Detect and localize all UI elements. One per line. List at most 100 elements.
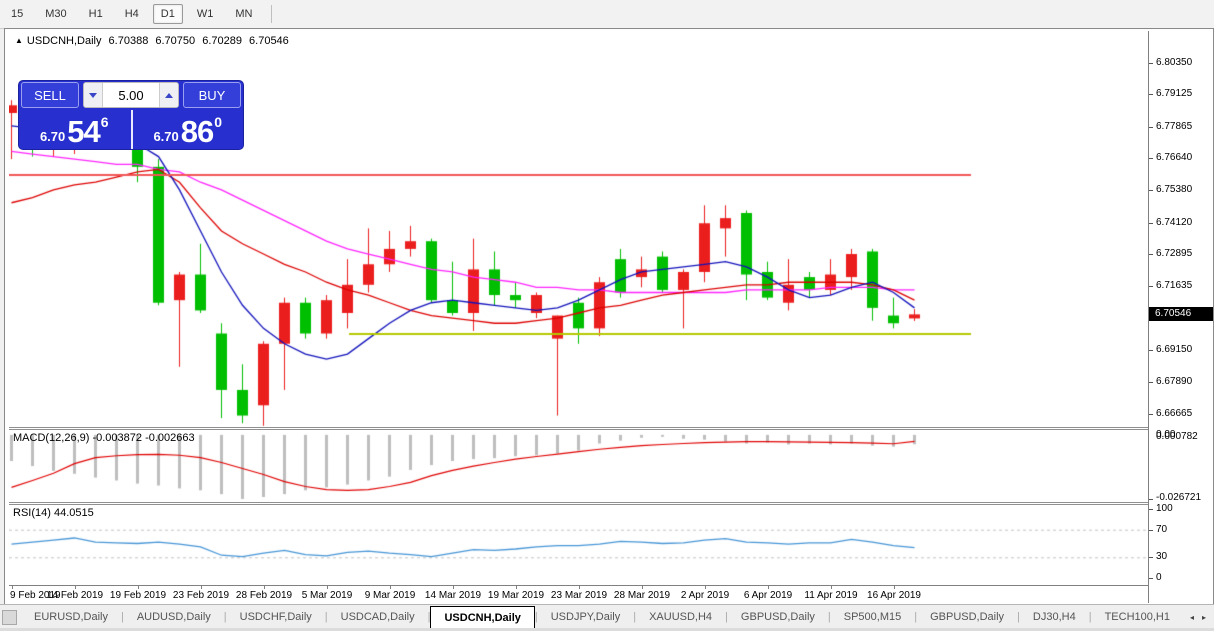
tab-USDCAD-Daily[interactable]: USDCAD,Daily bbox=[328, 605, 428, 629]
date-tick-mark bbox=[201, 586, 202, 589]
rsi-tick-label: 100 bbox=[1156, 503, 1173, 515]
rsi-tick-label: 0 bbox=[1156, 572, 1162, 584]
collapse-triangle-icon[interactable]: ▲ bbox=[15, 36, 23, 45]
ask-price-sup: 0 bbox=[214, 114, 222, 130]
price-tick-label: 6.74120 bbox=[1156, 217, 1192, 229]
tab-scroll-right-icon[interactable]: ▸ bbox=[1202, 613, 1206, 622]
bid-price-prefix: 6.70 bbox=[40, 128, 65, 146]
date-tick-label: 28 Feb 2019 bbox=[236, 590, 292, 602]
price-tick-label: 6.71635 bbox=[1156, 280, 1192, 292]
date-tick-label: 16 Apr 2019 bbox=[867, 590, 921, 602]
date-tick-label: 19 Feb 2019 bbox=[110, 590, 166, 602]
axis-tick-mark bbox=[1149, 578, 1153, 579]
ohlc-open: 6.70388 bbox=[109, 35, 149, 47]
date-tick-label: 11 Apr 2019 bbox=[804, 590, 857, 602]
axis-tick-mark bbox=[1149, 286, 1153, 287]
current-price-label: 6.70546 bbox=[1149, 307, 1213, 321]
volume-increase-button[interactable] bbox=[159, 83, 178, 107]
bid-price-sup: 6 bbox=[101, 114, 109, 130]
date-tick-mark bbox=[768, 586, 769, 589]
rsi-label: RSI(14) 44.0515 bbox=[13, 507, 94, 519]
date-tick-mark bbox=[390, 586, 391, 589]
tab-DJ30-H4[interactable]: DJ30,H4 bbox=[1020, 605, 1089, 629]
macd-label: MACD(12,26,9) -0.003872 -0.002663 bbox=[13, 432, 195, 444]
date-tick-label: 28 Mar 2019 bbox=[614, 590, 670, 602]
date-tick-mark bbox=[75, 586, 76, 589]
date-tick-mark bbox=[453, 586, 454, 589]
timeframe-button-H4[interactable]: H4 bbox=[117, 4, 147, 24]
rsi-tick-label: 30 bbox=[1156, 551, 1167, 563]
tab-TECH100-H1[interactable]: TECH100,H1 bbox=[1092, 605, 1183, 629]
tab-USDJPY-Daily[interactable]: USDJPY,Daily bbox=[538, 605, 634, 629]
chart-title: ▲USDCNH,Daily 6.70388 6.70750 6.70289 6.… bbox=[15, 35, 293, 47]
axis-tick-mark bbox=[1149, 63, 1153, 64]
tab-USDCNH-Daily[interactable]: USDCNH,Daily bbox=[430, 606, 534, 629]
ohlc-close: 6.70546 bbox=[249, 35, 289, 47]
axis-tick-mark bbox=[1149, 499, 1153, 500]
triangle-down-icon bbox=[89, 93, 97, 98]
axis-tick-mark bbox=[1149, 254, 1153, 255]
tab-GBPUSD-Daily[interactable]: GBPUSD,Daily bbox=[917, 605, 1017, 629]
rsi-indicator-pane[interactable]: RSI(14) 44.0515 bbox=[9, 505, 1148, 583]
tab-scroll-left-icon[interactable]: ◂ bbox=[1190, 613, 1194, 622]
timeframe-button-W1[interactable]: W1 bbox=[189, 4, 222, 24]
tab-USDCHF-Daily[interactable]: USDCHF,Daily bbox=[227, 605, 325, 629]
tab-AUDUSD-Daily[interactable]: AUDUSD,Daily bbox=[124, 605, 224, 629]
timeframe-button-H1[interactable]: H1 bbox=[81, 4, 111, 24]
tab-XAUUSD-H4[interactable]: XAUUSD,H4 bbox=[636, 605, 725, 629]
axis-tick-mark bbox=[1149, 127, 1153, 128]
sell-button[interactable]: SELL bbox=[21, 82, 79, 108]
macd-indicator-pane[interactable]: MACD(12,26,9) -0.003872 -0.002663 bbox=[9, 430, 1148, 502]
timeframe-button-M30[interactable]: M30 bbox=[37, 4, 74, 24]
buy-button[interactable]: BUY bbox=[183, 82, 241, 108]
date-tick-label: 23 Feb 2019 bbox=[173, 590, 229, 602]
axis-tick-mark bbox=[1149, 223, 1153, 224]
date-axis: 9 Feb 201914 Feb 201919 Feb 201923 Feb 2… bbox=[9, 585, 1148, 604]
price-axis: 6.70546 6.80350 6.79125 6.77865 6.76640 6.75… bbox=[1148, 31, 1213, 603]
date-tick-label: 2 Apr 2019 bbox=[681, 590, 729, 602]
price-chart-pane[interactable]: ▲USDCNH,Daily 6.70388 6.70750 6.70289 6.… bbox=[9, 31, 1148, 427]
axis-tick-mark bbox=[1149, 190, 1153, 191]
timeframe-button-D1[interactable]: D1 bbox=[153, 4, 183, 24]
ask-price-box[interactable]: 6.70 86 0 bbox=[131, 110, 244, 149]
tabs-container: EURUSD,Daily|AUDUSD,Daily|USDCHF,Daily|U… bbox=[21, 605, 1183, 629]
date-tick-mark bbox=[264, 586, 265, 589]
volume-decrease-button[interactable] bbox=[84, 83, 103, 107]
price-tick-label: 6.69150 bbox=[1156, 344, 1192, 356]
date-tick-label: 9 Mar 2019 bbox=[365, 590, 416, 602]
rsi-canvas[interactable] bbox=[9, 505, 1148, 583]
volume-spinner: 5.00 bbox=[83, 82, 179, 108]
chart-tab-bar: EURUSD,Daily|AUDUSD,Daily|USDCHF,Daily|U… bbox=[0, 604, 1214, 629]
axis-tick-mark bbox=[1149, 414, 1153, 415]
price-tick-label: 6.80350 bbox=[1156, 57, 1192, 69]
bid-price-box[interactable]: 6.70 54 6 bbox=[19, 110, 130, 149]
tab-EURUSD-Daily[interactable]: EURUSD,Daily bbox=[21, 605, 121, 629]
triangle-up-icon bbox=[165, 93, 173, 98]
axis-tick-mark bbox=[1149, 350, 1153, 351]
chart-window: ▲USDCNH,Daily 6.70388 6.70750 6.70289 6.… bbox=[4, 28, 1214, 606]
rsi-tick-label: 70 bbox=[1156, 524, 1167, 536]
ask-price-prefix: 6.70 bbox=[153, 128, 178, 146]
price-tick-label: 6.75380 bbox=[1156, 184, 1192, 196]
date-tick-mark bbox=[894, 586, 895, 589]
timeframe-button-MN[interactable]: MN bbox=[227, 4, 260, 24]
date-tick-mark bbox=[516, 586, 517, 589]
date-tick-label: 5 Mar 2019 bbox=[302, 590, 353, 602]
timeframe-toolbar: 15 M30 H1 H4 D1 W1MN bbox=[0, 0, 1214, 29]
date-tick-mark bbox=[642, 586, 643, 589]
tab-scroll-arrows: ◂ ▸ bbox=[1190, 605, 1214, 629]
tab-SP500-M15[interactable]: SP500,M15 bbox=[831, 605, 914, 629]
chart-symbol-label: USDCNH,Daily bbox=[27, 35, 102, 47]
volume-input[interactable]: 5.00 bbox=[103, 88, 159, 103]
date-tick-label: 19 Mar 2019 bbox=[488, 590, 544, 602]
toolbar-separator bbox=[271, 5, 272, 23]
timeframe-button-15[interactable]: 15 bbox=[3, 4, 31, 24]
price-tick-label: 6.76640 bbox=[1156, 152, 1192, 164]
tab-GBPUSD-Daily[interactable]: GBPUSD,Daily bbox=[728, 605, 828, 629]
price-tick-label: 6.77865 bbox=[1156, 121, 1192, 133]
tabbar-corner-button[interactable] bbox=[2, 610, 17, 625]
date-tick-mark bbox=[705, 586, 706, 589]
date-tick-label: 14 Feb 2019 bbox=[47, 590, 103, 602]
axis-tick-mark bbox=[1149, 530, 1153, 531]
price-tick-label: 6.79125 bbox=[1156, 88, 1192, 100]
